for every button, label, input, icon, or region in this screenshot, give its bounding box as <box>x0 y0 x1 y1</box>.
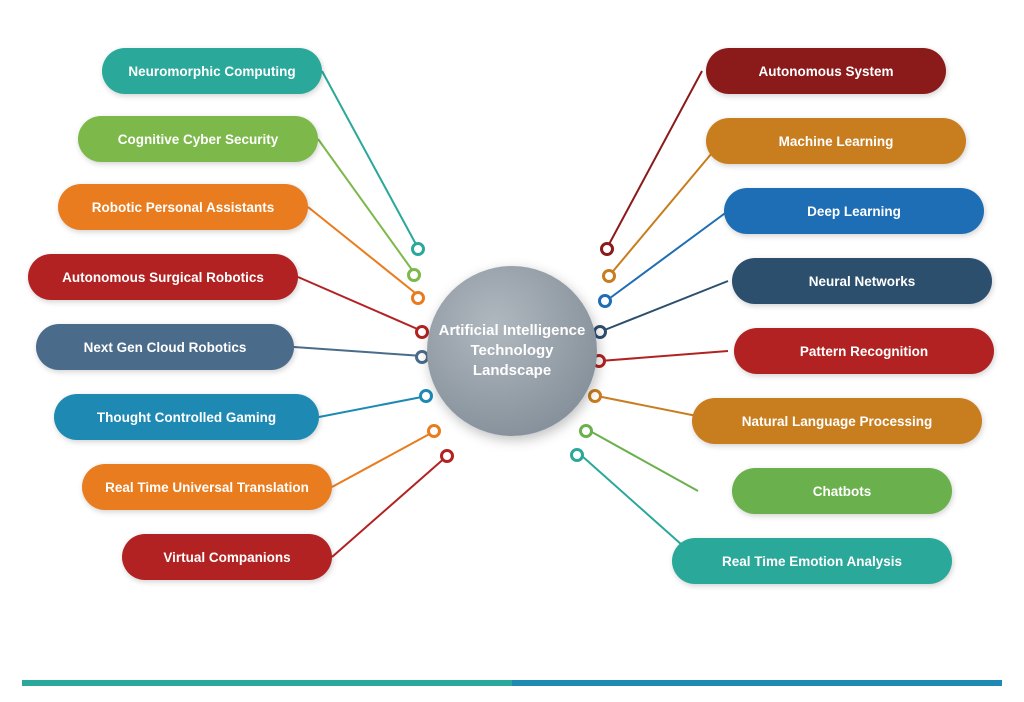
node-virtual[interactable]: Virtual Companions <box>122 534 332 580</box>
dot-surgical <box>415 325 429 339</box>
node-surgical[interactable]: Autonomous Surgical Robotics <box>28 254 298 300</box>
node-robotic-pa[interactable]: Robotic Personal Assistants <box>58 184 308 230</box>
dot-cognitive <box>407 268 421 282</box>
node-gaming[interactable]: Thought Controlled Gaming <box>54 394 319 440</box>
node-translation[interactable]: Real Time Universal Translation <box>82 464 332 510</box>
node-chatbots[interactable]: Chatbots <box>732 468 952 514</box>
center-label: Artificial IntelligenceTechnologyLandsca… <box>431 313 594 390</box>
dot-neuromorphic <box>411 242 425 256</box>
dot-ml <box>602 269 616 283</box>
node-ml[interactable]: Machine Learning <box>706 118 966 164</box>
dot-chatbots <box>579 424 593 438</box>
node-autonomous[interactable]: Autonomous System <box>706 48 946 94</box>
node-nn[interactable]: Neural Networks <box>732 258 992 304</box>
center-circle: Artificial IntelligenceTechnologyLandsca… <box>427 266 597 436</box>
node-nlp[interactable]: Natural Language Processing <box>692 398 982 444</box>
node-emotion[interactable]: Real Time Emotion Analysis <box>672 538 952 584</box>
dot-gaming <box>419 389 433 403</box>
node-cognitive[interactable]: Cognitive Cyber Security <box>78 116 318 162</box>
dot-robotic-pa <box>411 291 425 305</box>
dot-dl <box>598 294 612 308</box>
node-cloud[interactable]: Next Gen Cloud Robotics <box>36 324 294 370</box>
dot-translation <box>427 424 441 438</box>
node-dl[interactable]: Deep Learning <box>724 188 984 234</box>
dot-emotion <box>570 448 584 462</box>
dot-autonomous <box>600 242 614 256</box>
dot-nlp <box>588 389 602 403</box>
diagram-container: Artificial IntelligenceTechnologyLandsca… <box>22 16 1002 686</box>
bottom-accent-bar <box>22 680 1002 686</box>
node-pattern[interactable]: Pattern Recognition <box>734 328 994 374</box>
node-neuromorphic[interactable]: Neuromorphic Computing <box>102 48 322 94</box>
dot-virtual <box>440 449 454 463</box>
